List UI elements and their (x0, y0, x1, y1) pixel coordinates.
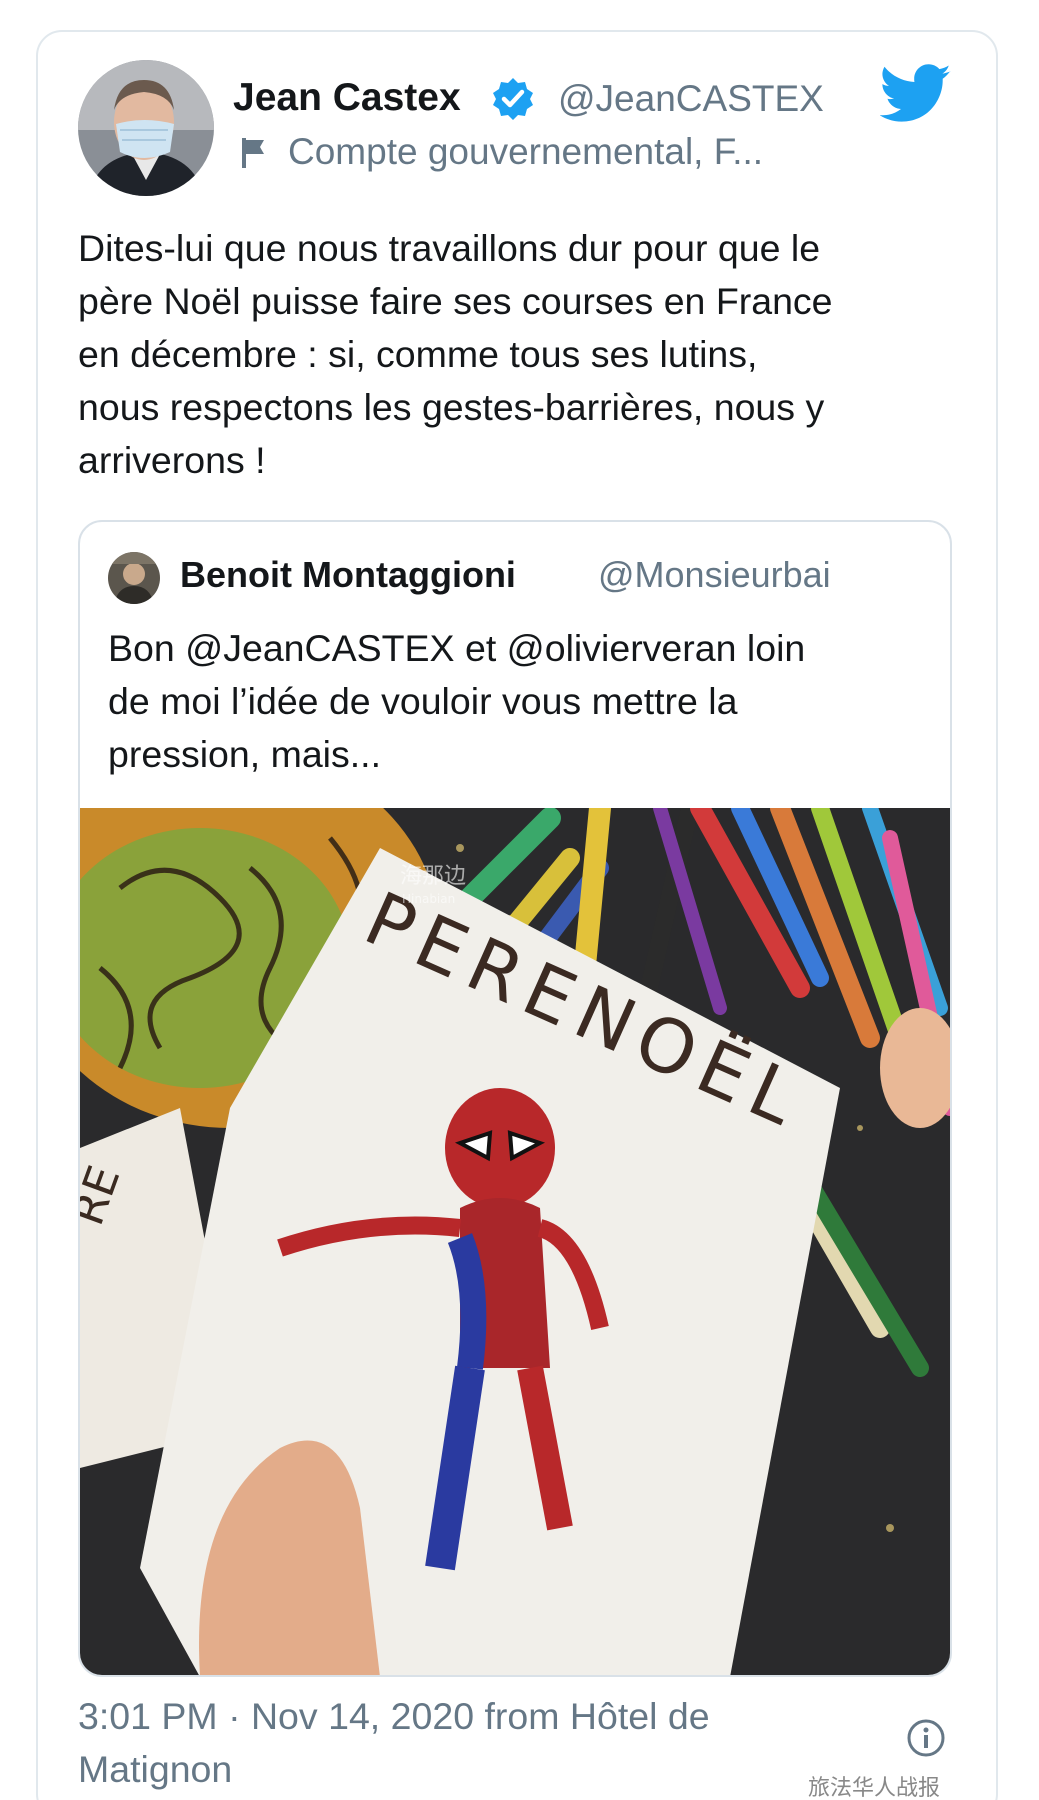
quoted-photo[interactable]: RE PERENOËL 海那边 Hinabian (80, 748, 950, 1675)
quoted-text-line: de moi l’idée de vouloir vous mettre la (108, 680, 738, 722)
government-account-label: Compte gouvernemental, F... (288, 131, 764, 172)
tweet-text-line: arriverons ! (78, 439, 266, 481)
quoted-tweet[interactable]: Benoit Montaggioni @Monsieurbai Bon @Jea… (78, 520, 952, 1677)
quoted-text-line: Bon @JeanCASTEX et @olivierveran loin (108, 627, 806, 669)
tweet-text: Dites-lui que nous travaillons dur pour … (78, 222, 978, 487)
author-name[interactable]: Jean Castex (233, 76, 461, 120)
tweet-timestamp[interactable]: 3:01 PM · Nov 14, 2020 from Hôtel de Mat… (78, 1690, 710, 1796)
photo-watermark-sub: Hinabian (402, 892, 455, 906)
twitter-bird-icon[interactable] (879, 64, 952, 124)
flag-icon (236, 134, 272, 170)
quoted-author-avatar[interactable] (108, 552, 160, 604)
quoted-text-line: pression, mais... (108, 733, 382, 775)
quoted-tweet-text: Bon @JeanCASTEX et @olivierveran loin de… (108, 622, 928, 781)
quoted-author-handle[interactable]: @Monsieurbai (598, 554, 831, 596)
quoted-author-name[interactable]: Benoit Montaggioni (180, 554, 516, 596)
tweet-text-line: en décembre : si, comme tous ses lutins, (78, 333, 758, 375)
info-icon[interactable] (906, 1718, 946, 1758)
timestamp-line: 3:01 PM · Nov 14, 2020 from Hôtel de (78, 1695, 710, 1737)
tweet-text-line: père Noël puisse faire ses courses en Fr… (78, 280, 833, 322)
verified-badge-icon (490, 76, 536, 122)
author-handle[interactable]: @JeanCASTEX (558, 78, 824, 120)
timestamp-line: Matignon (78, 1748, 233, 1790)
author-avatar[interactable] (78, 60, 214, 196)
footer-watermark: 旅法华人战报 (808, 1775, 941, 1800)
photo-watermark: 海那边 (400, 864, 466, 889)
tweet-text-line: Dites-lui que nous travaillons dur pour … (78, 227, 821, 269)
tweet-text-line: nous respectons les gestes-barrières, no… (78, 386, 825, 428)
